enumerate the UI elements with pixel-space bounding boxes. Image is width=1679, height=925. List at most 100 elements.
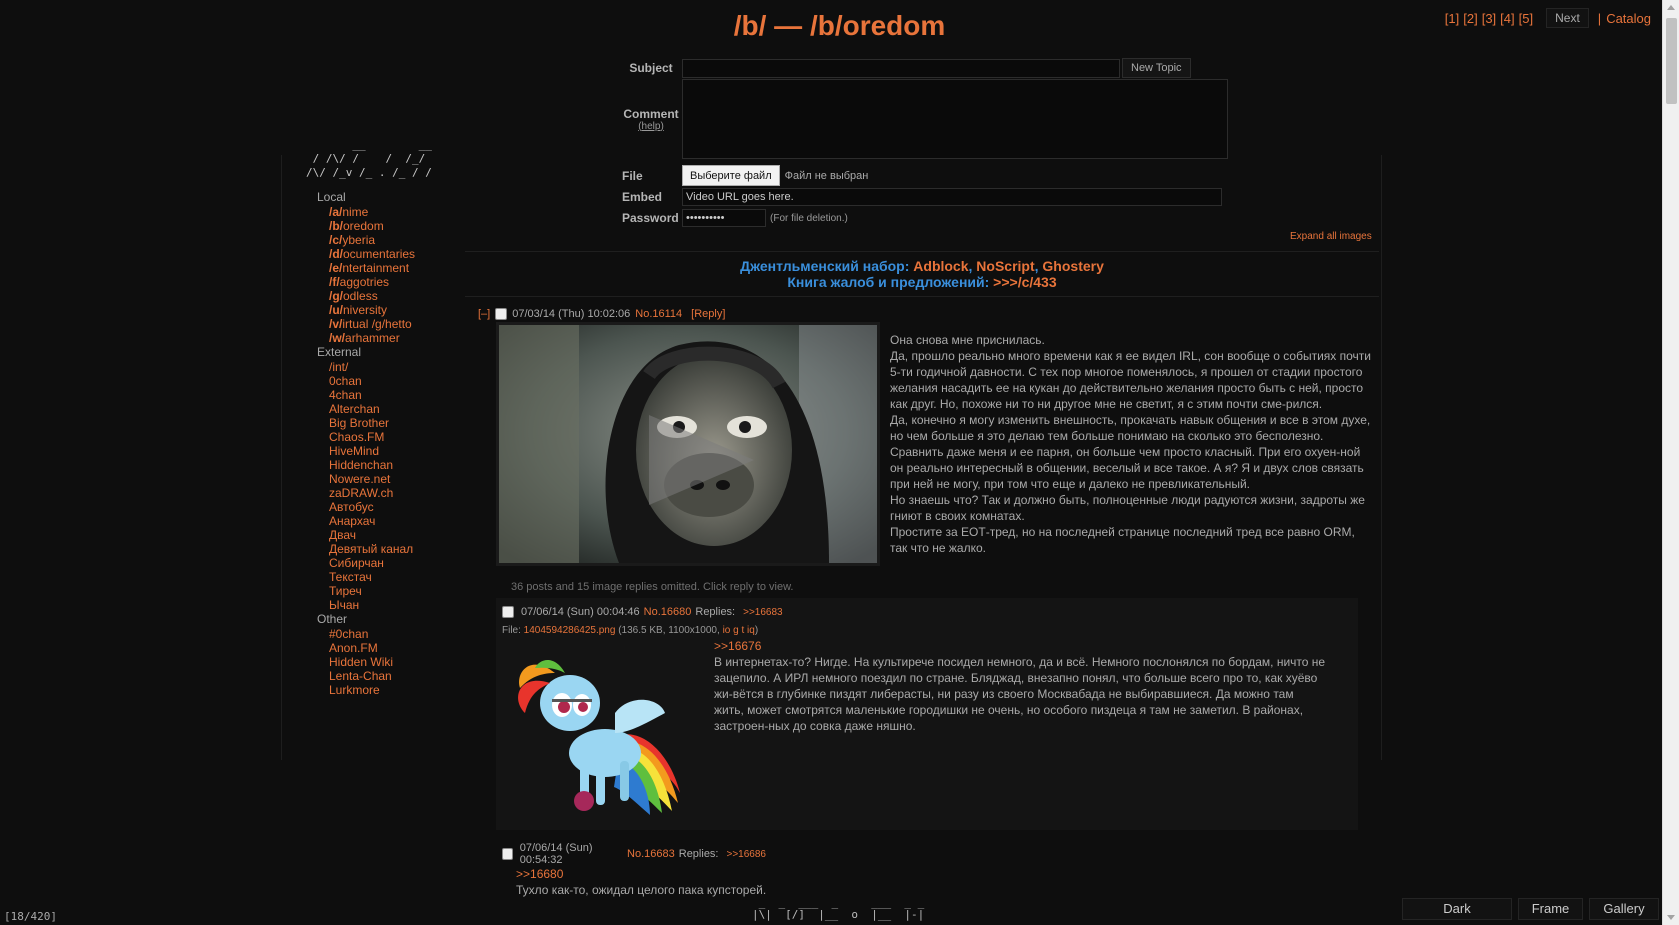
file-name-link[interactable]: 1404594286425.png (524, 625, 616, 636)
reply-image-thumbnail[interactable] (510, 643, 690, 818)
style-gallery-button[interactable]: Gallery (1589, 898, 1659, 920)
board-prefix: /g/ (329, 289, 343, 303)
sidebar-section-title: Local (317, 190, 346, 204)
quote-link[interactable]: >>16680 (516, 866, 916, 882)
sidebar-board-link[interactable]: /u/niversity (329, 303, 460, 317)
comment-label: Comment (623, 106, 679, 121)
sidebar-board-link[interactable]: 0chan (329, 374, 460, 388)
board-name: nime (342, 205, 369, 219)
board-name: 4chan (329, 388, 362, 402)
complaints-thread-link[interactable]: >>>/c/433 (993, 274, 1056, 290)
sidebar-board-link[interactable]: Тиреч (329, 584, 460, 598)
quote-link[interactable]: >>16676 (714, 638, 1326, 654)
style-frame-button[interactable]: Frame (1518, 898, 1583, 920)
sidebar: __ __ / /\/ / / /_/ /\/ /_v /_ . /_ / / … (300, 138, 460, 697)
board-name: /int/ (329, 360, 349, 374)
hide-thread-toggle[interactable]: [–] (478, 308, 490, 320)
sidebar-board-link[interactable]: Ычан (329, 598, 460, 612)
sidebar-board-link[interactable]: /a/nime (329, 205, 460, 219)
sidebar-board-link[interactable]: Alterchan (329, 402, 460, 416)
sidebar-board-link[interactable]: Big Brother (329, 416, 460, 430)
omitted-posts-notice: 36 posts and 15 image replies omitted. C… (511, 581, 794, 593)
post-paragraph: Простите за ЕОТ-тред, но на последней ст… (890, 525, 1355, 555)
reply-link[interactable]: [Reply] (691, 308, 725, 320)
sidebar-board-link[interactable]: Nowere.net (329, 472, 460, 486)
sidebar-board-link[interactable]: Текстач (329, 570, 460, 584)
sidebar-board-link[interactable]: /f/aggotries (329, 275, 460, 289)
board-name: Alterchan (329, 402, 380, 416)
sidebar-board-link[interactable]: #0chan (329, 627, 460, 641)
sidebar-board-link[interactable]: Hidden Wiki (329, 655, 460, 669)
post-number-link[interactable]: No.16680 (644, 606, 692, 618)
sidebar-board-link[interactable]: Lurkmore (329, 683, 460, 697)
password-input[interactable] (682, 209, 766, 227)
comment-textarea[interactable] (682, 79, 1228, 159)
board-name: irtual /g/hetto (342, 317, 412, 331)
adblock-link[interactable]: Adblock (913, 258, 968, 274)
post-date: 07/06/14 (Sun) 00:04:46 (521, 606, 640, 618)
noscript-link[interactable]: NoScript (976, 258, 1034, 274)
post-select-checkbox[interactable] (502, 606, 514, 618)
divider (465, 251, 1379, 252)
board-name: ocumentaries (343, 247, 416, 261)
replies-label: Replies: (695, 606, 736, 618)
vertical-scrollbar[interactable] (1662, 0, 1679, 925)
sidebar-board-link[interactable]: /d/ocumentaries (329, 247, 460, 261)
sidebar-board-link[interactable]: Chaos.FM (329, 430, 460, 444)
board-prefix: /e/ (329, 261, 343, 275)
image-search-links[interactable]: io g t iq (723, 625, 755, 636)
new-topic-button[interactable]: New Topic (1122, 58, 1191, 78)
post-number-link[interactable]: No.16683 (627, 848, 675, 860)
sidebar-board-link[interactable]: Автобус (329, 500, 460, 514)
sidebar-board-link[interactable]: /v/irtual /g/hetto (329, 317, 460, 331)
backlink[interactable]: >>16686 (727, 849, 767, 860)
sidebar-board-link[interactable]: zaDRAW.ch (329, 486, 460, 500)
reply-header: 07/06/14 (Sun) 00:54:32 No.16683 Replies… (502, 842, 766, 866)
post-select-checkbox[interactable] (495, 308, 508, 320)
file-status: Файл не выбран (784, 169, 869, 182)
board-name: Hiddenchan (329, 458, 394, 472)
subject-input[interactable] (682, 58, 1120, 78)
sidebar-sections: Local/a/nime/b/oredom/c/yberia/d/ocument… (300, 190, 460, 697)
board-name: odless (343, 289, 378, 303)
sidebar-board-link[interactable]: Сибирчан (329, 556, 460, 570)
expand-all-images-link[interactable]: Expand all images (1290, 231, 1372, 242)
choose-file-button[interactable]: Выберите файл (682, 165, 780, 186)
sidebar-board-link[interactable]: Lenta-Chan (329, 669, 460, 683)
board-name: Автобус (329, 500, 374, 514)
board-name: niversity (343, 303, 388, 317)
sidebar-board-link[interactable]: Двач (329, 528, 460, 542)
sidebar-board-link[interactable]: /w/arhammer (329, 331, 460, 345)
help-link[interactable]: (help) (620, 121, 682, 132)
scroll-down-arrow-icon[interactable] (1667, 915, 1675, 920)
ghostery-link[interactable]: Ghostery (1042, 258, 1103, 274)
sidebar-board-link[interactable]: Anon.FM (329, 641, 460, 655)
op-video-thumbnail[interactable] (496, 322, 880, 566)
sidebar-board-link[interactable]: /int/ (329, 360, 460, 374)
post-number-link[interactable]: No.16114 (635, 308, 682, 320)
announcement-line-2: Книга жалоб и предложений: >>>/c/433 (465, 274, 1379, 290)
sidebar-board-link[interactable]: /b/oredom (329, 219, 460, 233)
post-paragraph: Она снова мне приснилась. (890, 333, 1045, 347)
board-name: Hidden Wiki (329, 655, 394, 669)
sidebar-board-link[interactable]: Анархач (329, 514, 460, 528)
sidebar-board-link[interactable]: HiveMind (329, 444, 460, 458)
board-prefix: /w/ (329, 331, 346, 345)
sidebar-board-link[interactable]: /e/ntertainment (329, 261, 460, 275)
sidebar-board-link[interactable]: Hiddenchan (329, 458, 460, 472)
reply-body: >>16680 Тухло как-то, ожидал целого пака… (516, 866, 916, 898)
reply-post: 07/06/14 (Sun) 00:54:32 No.16683 Replies… (496, 836, 766, 897)
sidebar-board-link[interactable]: Девятый канал (329, 542, 460, 556)
frame-divider-right (1381, 155, 1382, 760)
board-name: Сибирчан (329, 556, 384, 570)
sidebar-board-link[interactable]: /c/yberia (329, 233, 460, 247)
embed-input[interactable] (682, 188, 1222, 206)
style-dark-button[interactable]: Dark (1402, 898, 1512, 920)
sidebar-board-link[interactable]: /g/odless (329, 289, 460, 303)
board-name: Nowere.net (329, 472, 391, 486)
reply-text: Тухло как-то, ожидал целого пака купстор… (516, 883, 767, 897)
backlink[interactable]: >>16683 (743, 607, 783, 618)
sidebar-board-link[interactable]: 4chan (329, 388, 460, 402)
post-select-checkbox[interactable] (502, 848, 513, 860)
post-paragraph: Да, прошло реально много времени как я е… (890, 349, 1371, 411)
